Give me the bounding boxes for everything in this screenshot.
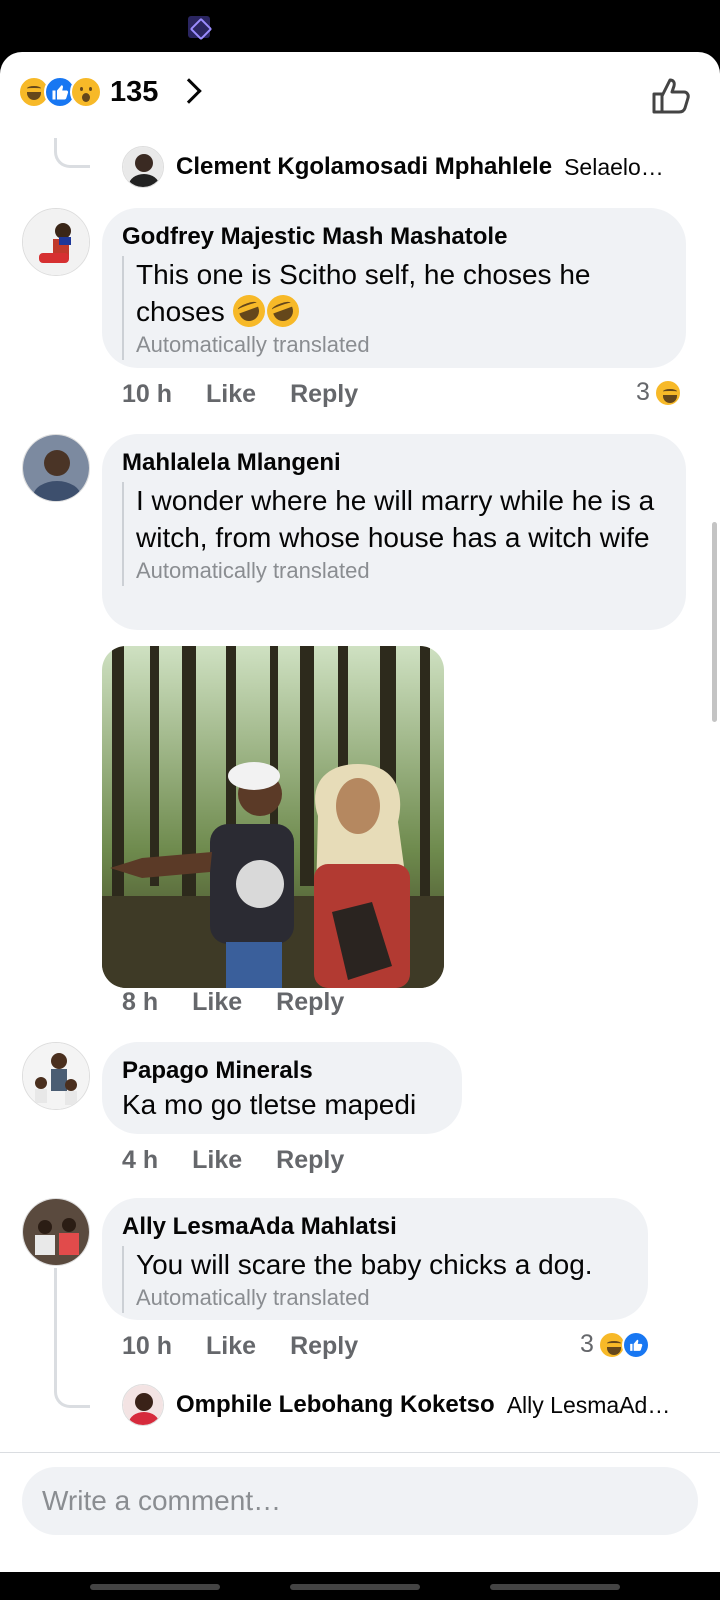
avatar[interactable] [122,146,164,188]
reactions-header[interactable]: 135 [0,52,720,132]
comment-text: I wonder where he will marry while he is… [136,485,655,553]
nav-home-handle[interactable] [290,1584,420,1590]
avatar[interactable] [22,1042,90,1110]
comment-reaction-count: 3 [636,378,650,406]
nav-recents-handle[interactable] [490,1584,620,1590]
comment-author[interactable]: Papago Minerals [122,1056,442,1086]
comment-time: 10 h [122,380,173,408]
comment-author[interactable]: Mahlalela Mlangeni [122,448,666,478]
avatar[interactable] [122,1384,164,1426]
comment-bubble[interactable]: Ally LesmaAda Mahlatsi You will scare th… [102,1198,648,1320]
reply-button[interactable]: Reply [290,1332,358,1361]
comment-time: 4 h [122,1146,159,1174]
reply-snippet: Selaelo… [564,153,664,180]
nav-back-handle[interactable] [90,1584,220,1590]
translated-block: I wonder where he will marry while he is… [122,482,666,586]
comment-text: Ka mo go tletse mapedi [122,1089,417,1120]
avatar[interactable] [22,434,90,502]
reaction-icons [18,76,104,110]
reply-thread-line [54,1268,90,1408]
comment-actions: 10 h Like Reply [122,1332,358,1361]
like-reaction-icon [621,1330,650,1359]
auto-translated-note[interactable]: Automatically translated [136,330,666,360]
comment-author[interactable]: Godfrey Majestic Mash Mashatole [122,222,666,252]
rofl-emoji-icon [227,290,270,332]
comment-input[interactable] [22,1467,698,1535]
comment-time: 10 h [122,1332,173,1360]
like-button[interactable]: Like [206,1332,256,1361]
comment-reaction-summary[interactable]: 3 [636,378,682,407]
reply-thread-line [54,138,90,168]
reply-preview[interactable]: Clement Kgolamosadi Mphahlele Selaelo… [122,146,664,188]
comment-bubble[interactable]: Godfrey Majestic Mash Mashatole This one… [102,208,686,368]
auto-translated-note[interactable]: Automatically translated [136,1283,628,1313]
comment-actions: 8 h Like Reply [122,988,344,1017]
comment-text: You will scare the baby chicks a dog. [136,1249,593,1280]
notification-icon [188,16,210,38]
haha-reaction-icon [653,378,682,407]
comment-reaction-count: 3 [580,1330,594,1358]
comment-time: 8 h [122,988,159,1016]
comment-text: This one is Scitho self, he choses he ch… [136,256,666,332]
system-nav-bar [0,1572,720,1600]
reply-snippet: Ally LesmaAd… [506,1391,671,1418]
wow-reaction-icon [70,76,102,108]
avatar[interactable] [22,1198,90,1266]
comment-bubble[interactable]: Papago Minerals Ka mo go tletse mapedi [102,1042,462,1134]
comment-bubble[interactable]: Mahlalela Mlangeni I wonder where he wil… [102,434,686,630]
like-outline-icon[interactable] [650,76,694,116]
translated-block: You will scare the baby chicks a dog. Au… [122,1246,628,1313]
reply-preview[interactable]: Omphile Lebohang Koketso Ally LesmaAd… [122,1384,670,1426]
comment-photo[interactable] [102,646,444,988]
comment-reaction-summary[interactable]: 3 [580,1330,650,1359]
status-bar [0,0,720,52]
like-button[interactable]: Like [206,380,256,409]
reply-author[interactable]: Clement Kgolamosadi Mphahlele [176,153,552,181]
like-button[interactable]: Like [192,1146,242,1175]
comment-actions: 4 h Like Reply [122,1146,344,1175]
translated-block: This one is Scitho self, he choses he ch… [122,256,666,360]
comment-actions: 10 h Like Reply [122,380,358,409]
like-button[interactable]: Like [192,988,242,1017]
rofl-emoji-icon [261,290,304,332]
avatar[interactable] [22,208,90,276]
reply-button[interactable]: Reply [276,988,344,1017]
comment-author[interactable]: Ally LesmaAda Mahlatsi [122,1212,628,1242]
reply-button[interactable]: Reply [290,380,358,409]
auto-translated-note[interactable]: Automatically translated [136,556,666,586]
scrollbar[interactable] [712,522,717,722]
reaction-count: 135 [110,76,159,108]
comment-composer [0,1452,720,1572]
reply-button[interactable]: Reply [276,1146,344,1175]
reply-author[interactable]: Omphile Lebohang Koketso [176,1391,495,1419]
comments-sheet: 135 Clement Kgolamosadi Mphahlele Selael… [0,52,720,1572]
chevron-right-icon[interactable] [176,78,202,104]
